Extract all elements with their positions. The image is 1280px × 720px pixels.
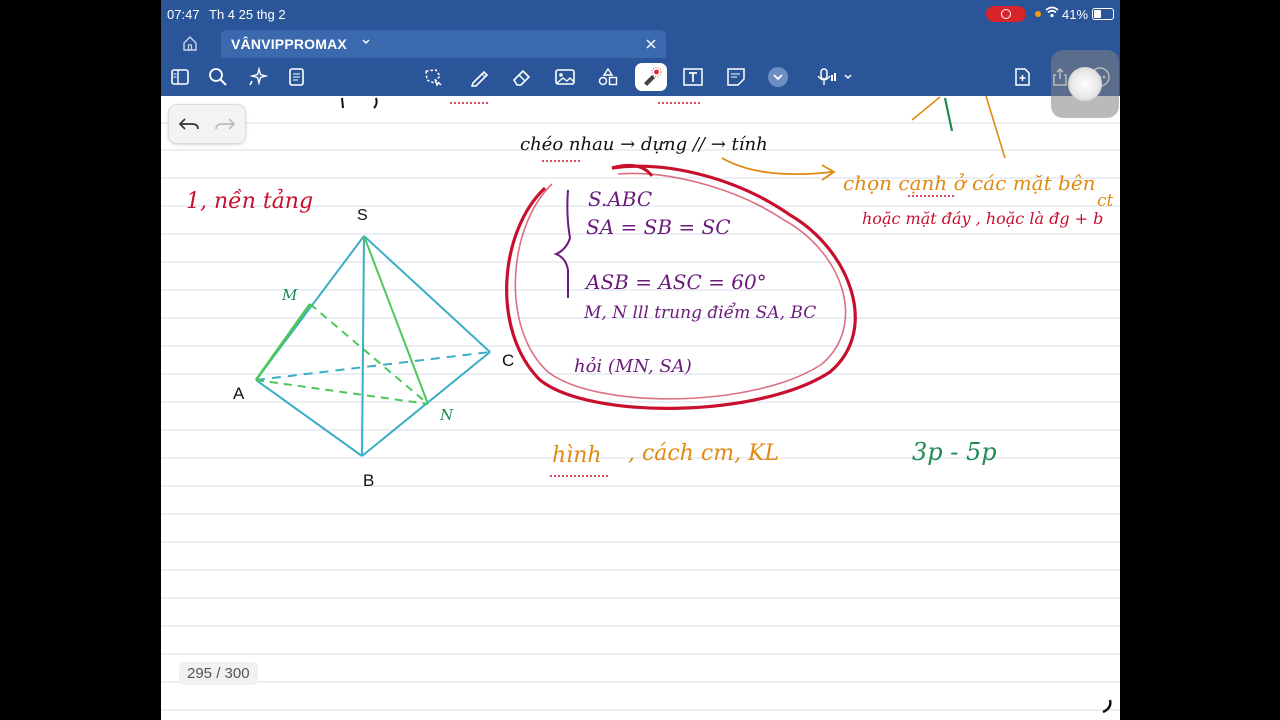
note-hinh: hình [552,443,602,468]
given-sa-sb-sc: SA = SB = SC [586,215,731,239]
assistive-touch-button[interactable] [1051,50,1119,118]
note-hoac-mat-day: hoặc mặt đáy , hoặc là đg + b [862,209,1103,228]
undo-redo-control [168,104,246,144]
sidebar-icon[interactable] [165,63,195,91]
screen-record-icon[interactable] [986,6,1026,22]
pen-icon[interactable] [465,63,495,91]
document-tab[interactable]: VÂNVIPPROMAX [221,30,666,58]
sticky-note-icon[interactable] [721,63,751,91]
battery-percent: 41% [1062,7,1089,22]
redo-icon[interactable] [213,113,237,135]
page-list-icon[interactable] [282,63,312,91]
app-screen: 07:47 Th 4 25 thg 2 41% VÂNVIPPROMAX ché… [161,0,1120,720]
given-s-abc: S.ABC [588,187,652,211]
page-indicator: 295 / 300 [179,662,258,685]
given-angles: ASB = ASC = 60° [584,270,767,294]
pyramid-figure: S A B C M N [233,207,514,490]
microphone-icon[interactable] [813,63,857,91]
note-cach-cm-kl: , cách cm, KL [628,441,779,466]
vertex-label-c: C [502,351,514,370]
vertex-label-b: B [363,471,374,490]
text-box-icon[interactable] [678,63,708,91]
point-label-n: N [439,406,454,424]
note-time-estimate: 3p - 5p [912,438,997,466]
shapes-icon[interactable] [593,63,623,91]
tab-bar: VÂNVIPPROMAX [161,28,1120,58]
chevron-down-icon[interactable] [763,63,793,91]
wifi-icon [1045,6,1059,18]
note-nen-tang: 1, nền tảng [186,188,313,214]
document-tab-title: VÂNVIPPROMAX [231,36,347,52]
note-chon-canh: chọn cạnh ở các mặt bên [843,171,1096,195]
laser-pointer-icon[interactable] [635,63,667,91]
status-date: Th 4 25 thg 2 [209,7,286,22]
note-canvas[interactable]: chéo nhau → dựng // → tính chọn cạnh ở c… [161,96,1120,720]
note-cheo-nhau: chéo nhau → dựng // → tính [520,134,768,155]
vertex-label-a: A [233,384,245,403]
arrow-icon [721,157,836,181]
lasso-icon[interactable] [418,63,448,91]
status-bar: 07:47 Th 4 25 thg 2 41% [161,0,1120,28]
toolbar [161,58,1120,96]
add-page-icon[interactable] [1007,63,1037,91]
question-mn-sa: hỏi (MN, SA) [574,356,692,377]
vertex-label-s: S [357,207,368,224]
close-icon[interactable] [645,38,657,50]
chevron-down-icon[interactable] [361,38,371,46]
undo-icon[interactable] [177,113,201,135]
given-midpoints: M, N lll trung điểm SA, BC [583,303,816,323]
note-ct: ct [1097,191,1114,211]
home-icon[interactable] [175,33,205,53]
eraser-icon[interactable] [507,63,537,91]
status-time: 07:47 [167,7,200,22]
point-label-m: M [281,286,298,304]
indicator-dot-icon [1035,11,1041,17]
image-icon[interactable] [550,63,580,91]
sparkle-icon[interactable] [243,63,273,91]
battery-icon [1092,8,1114,20]
search-icon[interactable] [203,63,233,91]
